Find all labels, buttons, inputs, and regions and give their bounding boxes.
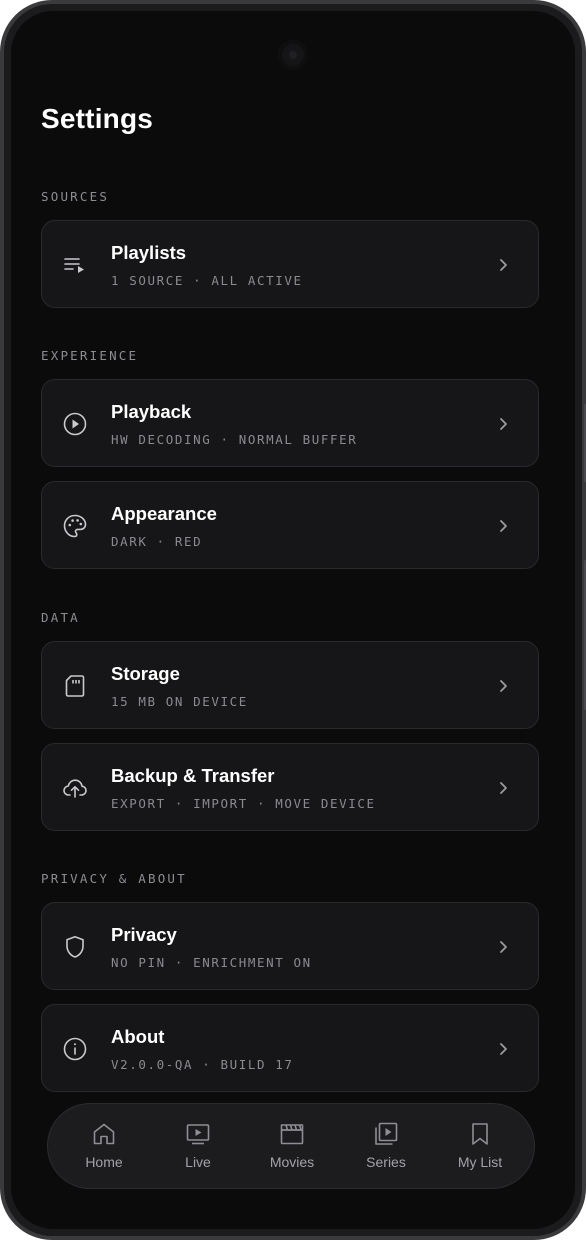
nav-label: Live bbox=[185, 1154, 211, 1170]
sd-card-icon bbox=[62, 673, 88, 699]
nav-label: Movies bbox=[269, 1154, 315, 1170]
nav-item-movies[interactable]: Movies bbox=[245, 1104, 339, 1190]
nav-item-live[interactable]: Live bbox=[151, 1104, 245, 1190]
card-title: Backup & Transfer bbox=[111, 765, 275, 786]
card-title: Playlists bbox=[111, 242, 187, 263]
play-circle-icon bbox=[62, 411, 88, 437]
section-label-sources: SOURCES bbox=[41, 189, 110, 204]
chevron-right-icon bbox=[494, 1040, 512, 1058]
shield-icon bbox=[62, 934, 88, 960]
chevron-right-icon bbox=[494, 517, 512, 535]
screen: Settings SOURCES Playlists 1 SOURCE · AL… bbox=[11, 11, 575, 1229]
card-title: Privacy bbox=[111, 924, 177, 945]
nav-label: Series bbox=[366, 1154, 406, 1170]
card-title: Appearance bbox=[111, 503, 217, 524]
card-title: About bbox=[111, 1026, 165, 1047]
chevron-right-icon bbox=[494, 677, 512, 695]
card-subtitle: NO PIN · ENRICHMENT ON bbox=[111, 955, 312, 970]
bookmark-icon bbox=[467, 1121, 493, 1147]
section-label-data: DATA bbox=[41, 610, 80, 625]
live-tv-icon bbox=[185, 1121, 211, 1147]
palette-icon bbox=[62, 513, 88, 539]
card-subtitle: V2.0.0-QA · BUILD 17 bbox=[111, 1057, 294, 1072]
settings-item-privacy[interactable]: Privacy NO PIN · ENRICHMENT ON bbox=[41, 902, 539, 990]
chevron-right-icon bbox=[494, 256, 512, 274]
settings-item-backup-transfer[interactable]: Backup & Transfer EXPORT · IMPORT · MOVE… bbox=[41, 743, 539, 831]
card-subtitle: 1 SOURCE · ALL ACTIVE bbox=[111, 273, 303, 288]
card-subtitle: 15 MB ON DEVICE bbox=[111, 694, 248, 709]
card-title: Storage bbox=[111, 663, 180, 684]
clapperboard-icon bbox=[279, 1121, 305, 1147]
settings-item-playback[interactable]: Playback HW DECODING · NORMAL BUFFER bbox=[41, 379, 539, 467]
home-icon bbox=[91, 1121, 117, 1147]
nav-item-home[interactable]: Home bbox=[57, 1104, 151, 1190]
series-icon bbox=[373, 1121, 399, 1147]
settings-item-playlists[interactable]: Playlists 1 SOURCE · ALL ACTIVE bbox=[41, 220, 539, 308]
nav-item-series[interactable]: Series bbox=[339, 1104, 433, 1190]
card-subtitle: EXPORT · IMPORT · MOVE DEVICE bbox=[111, 796, 376, 811]
card-subtitle: HW DECODING · NORMAL BUFFER bbox=[111, 432, 358, 447]
device-bezel: Settings SOURCES Playlists 1 SOURCE · AL… bbox=[4, 4, 582, 1236]
page-title: Settings bbox=[41, 103, 154, 134]
device-frame: Settings SOURCES Playlists 1 SOURCE · AL… bbox=[0, 0, 586, 1240]
chevron-right-icon bbox=[494, 415, 512, 433]
playlist-icon bbox=[62, 252, 88, 278]
settings-item-about[interactable]: About V2.0.0-QA · BUILD 17 bbox=[41, 1004, 539, 1092]
nav-item-my-list[interactable]: My List bbox=[433, 1104, 527, 1190]
front-camera bbox=[278, 40, 308, 70]
card-title: Playback bbox=[111, 401, 192, 422]
card-subtitle: DARK · RED bbox=[111, 534, 203, 549]
settings-item-appearance[interactable]: Appearance DARK · RED bbox=[41, 481, 539, 569]
info-icon bbox=[62, 1036, 88, 1062]
nav-label: My List bbox=[457, 1154, 503, 1170]
settings-item-storage[interactable]: Storage 15 MB ON DEVICE bbox=[41, 641, 539, 729]
nav-label: Home bbox=[85, 1154, 123, 1170]
bottom-navigation: Home Live Movies Series My List bbox=[47, 1103, 535, 1189]
chevron-right-icon bbox=[494, 938, 512, 956]
cloud-upload-icon bbox=[62, 775, 88, 801]
section-label-privacy-about: PRIVACY & ABOUT bbox=[41, 871, 187, 886]
chevron-right-icon bbox=[494, 779, 512, 797]
section-label-experience: EXPERIENCE bbox=[41, 348, 139, 363]
